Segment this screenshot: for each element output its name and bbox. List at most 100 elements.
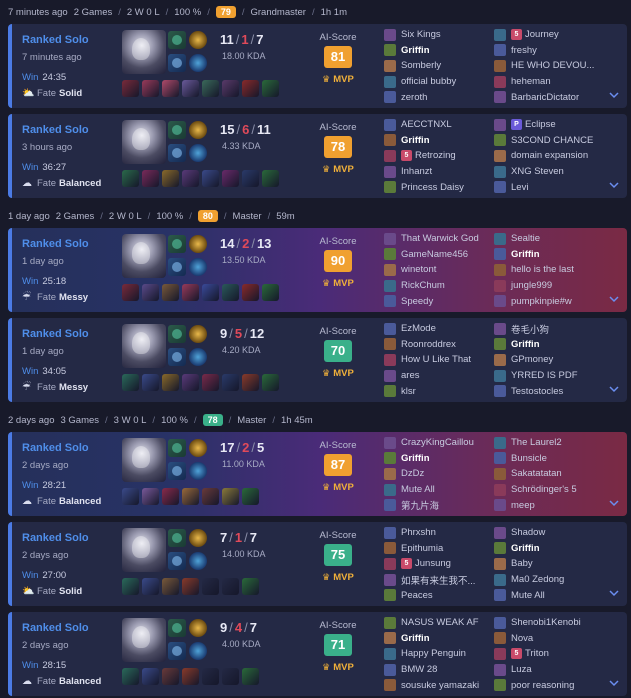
player-row[interactable]: 第九片海 [384,497,490,513]
player-row[interactable]: Shenobi1Kenobi [494,615,600,631]
player-name[interactable]: Griffin [401,135,430,146]
player-row[interactable]: Bunsicle [494,451,600,467]
chevron-down-icon[interactable] [609,588,619,600]
item-icon[interactable] [262,170,279,187]
player-name[interactable]: GameName456 [401,249,468,260]
player-row[interactable]: Griffin [384,451,490,467]
item-icon[interactable] [122,284,139,301]
player-name[interactable]: AECCTNXL [401,119,452,130]
player-row[interactable]: Princess Daisy [384,179,490,195]
player-row[interactable]: Roonroddrex [384,337,490,353]
player-row[interactable]: Nova [494,631,600,647]
player-row[interactable]: hello is the last [494,262,600,278]
player-name[interactable]: Roonroddrex [401,339,456,350]
player-row[interactable]: BarbaricDictator [494,89,600,105]
player-row[interactable]: 卷毛小狗 [494,321,600,337]
player-row[interactable]: sousuke yamazaki [384,677,490,693]
player-row[interactable]: 5 Retrozing [384,148,490,164]
player-name[interactable]: The Laurel2 [511,437,562,448]
player-name[interactable]: Sealtie [511,233,540,244]
player-name[interactable]: poor reasoning [511,680,574,691]
item-icon[interactable] [142,668,159,685]
player-name[interactable]: Speedy [401,296,433,307]
player-name[interactable]: Journey [525,29,559,40]
item-icon[interactable] [202,488,219,505]
chevron-down-icon[interactable] [609,384,619,396]
item-icon[interactable] [142,284,159,301]
match-card[interactable]: Ranked Solo 1 day ago Win 25:18 ☔ Fate Messy 14… [8,228,627,312]
player-row[interactable]: zeroth [384,89,490,105]
player-row[interactable]: RickChum [384,278,490,294]
item-icon[interactable] [202,668,219,685]
item-icon[interactable] [262,374,279,391]
champion-portrait[interactable] [122,120,166,164]
item-icon[interactable] [182,170,199,187]
player-name[interactable]: pumpkinpie#w [511,296,572,307]
player-row[interactable]: official bubby [384,74,490,90]
player-name[interactable]: BMW 28 [401,664,437,675]
match-card[interactable]: Ranked Solo 2 days ago Win 27:00 ⛅ Fate Solid 7… [8,522,627,606]
item-icon[interactable] [142,578,159,595]
player-name[interactable]: meep [511,500,535,511]
item-icon[interactable] [202,374,219,391]
item-icon[interactable] [242,488,259,505]
item-icon[interactable] [142,374,159,391]
player-name[interactable]: Griffin [401,45,430,56]
player-row[interactable]: Mute All [494,587,600,603]
item-icon[interactable] [162,170,179,187]
champion-portrait[interactable] [122,324,166,368]
player-row[interactable]: Somberly [384,58,490,74]
player-name[interactable]: Sakatatatan [511,468,562,479]
match-card[interactable]: Ranked Solo 3 hours ago Win 36:27 ☁ Fate Balan… [8,114,627,198]
player-row[interactable]: domain expansion [494,148,600,164]
player-name[interactable]: NASUS WEAK AF [401,617,479,628]
chevron-down-icon[interactable] [609,180,619,192]
chevron-down-icon[interactable] [609,678,619,690]
champion-portrait[interactable] [122,528,166,572]
player-name[interactable]: Triton [525,648,549,659]
player-row[interactable]: 5 Junsung [384,556,490,572]
player-name[interactable]: 卷毛小狗 [511,322,549,336]
item-icon[interactable] [242,668,259,685]
player-row[interactable]: jungle999 [494,278,600,294]
item-icon[interactable] [262,284,279,301]
player-row[interactable]: Griffin [494,247,600,263]
player-name[interactable]: 如果有来生我不... [401,573,475,587]
player-name[interactable]: XNG Steven [511,166,564,177]
player-name[interactable]: GPmoney [511,354,553,365]
player-row[interactable]: Baby [494,556,600,572]
player-row[interactable]: Sealtie [494,231,600,247]
player-row[interactable]: Griffin [494,337,600,353]
player-name[interactable]: heheman [511,76,551,87]
player-name[interactable]: ares [401,370,419,381]
item-icon[interactable] [122,668,139,685]
player-name[interactable]: Somberly [401,60,441,71]
item-icon[interactable] [162,668,179,685]
player-name[interactable]: Six Kings [401,29,441,40]
item-icon[interactable] [162,284,179,301]
player-row[interactable]: Griffin [384,133,490,149]
champion-portrait[interactable] [122,30,166,74]
player-row[interactable]: Griffin [384,43,490,59]
item-icon[interactable] [162,578,179,595]
item-icon[interactable] [262,80,279,97]
item-icon[interactable] [162,80,179,97]
player-name[interactable]: Phrxshn [401,527,436,538]
player-row[interactable]: CrazyKingCaillou [384,435,490,451]
player-row[interactable]: BMW 28 [384,662,490,678]
player-row[interactable]: Ma0 Zedong [494,572,600,588]
item-icon[interactable] [242,170,259,187]
item-icon[interactable] [222,170,239,187]
player-row[interactable]: That Warwick God [384,231,490,247]
player-row[interactable]: AECCTNXL [384,117,490,133]
chevron-down-icon[interactable] [609,498,619,510]
player-name[interactable]: Baby [511,558,533,569]
chevron-down-icon[interactable] [609,90,619,102]
match-card[interactable]: Ranked Solo 2 days ago Win 28:21 ☁ Fate Balanc… [8,432,627,516]
match-card[interactable]: Ranked Solo 1 day ago Win 34:05 ☔ Fate Messy 9/… [8,318,627,402]
item-icon[interactable] [122,170,139,187]
player-name[interactable]: Griffin [401,453,430,464]
item-icon[interactable] [202,284,219,301]
player-name[interactable]: YRRED IS PDF [511,370,578,381]
player-name[interactable]: Griffin [401,633,430,644]
